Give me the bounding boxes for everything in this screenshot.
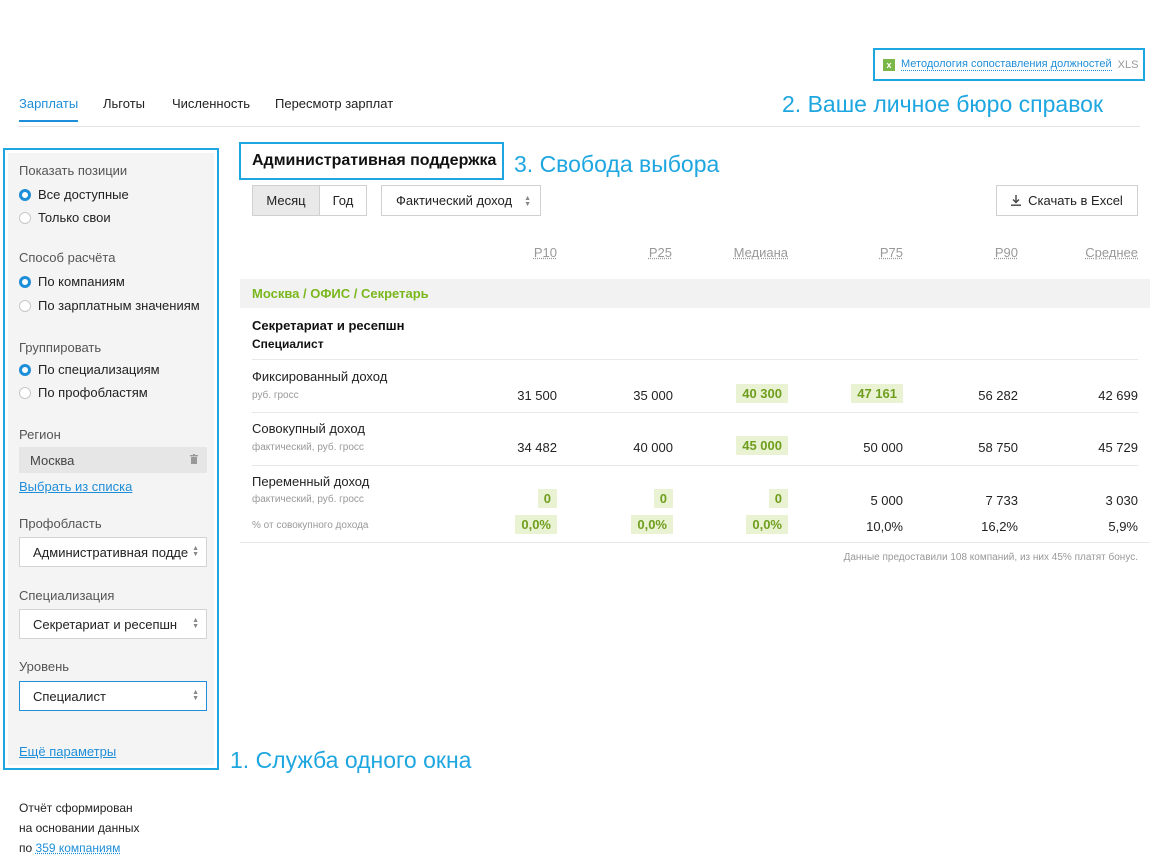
column-p25[interactable]: P25 <box>592 245 672 260</box>
annotation-one: 1. Служба одного окна <box>230 747 472 773</box>
divider <box>252 465 1138 466</box>
methodology-link[interactable]: Методология сопоставления должностей <box>901 58 1112 71</box>
region-label: Регион <box>19 427 61 442</box>
report-info: Отчёт сформирован на основании данных по… <box>19 801 140 855</box>
region-value: Москва <box>30 452 75 468</box>
radio-dot-on[interactable] <box>19 363 31 376</box>
month-button[interactable]: Месяц <box>252 185 320 216</box>
table-cell-highlight: 45 000 <box>708 436 788 455</box>
table-cell-highlight: 0 <box>593 489 673 508</box>
table-cell-highlight: 40 300 <box>708 384 788 403</box>
radio-by-companies[interactable]: По компаниям <box>19 274 125 289</box>
table-cell-highlight: 0,0% <box>477 515 557 534</box>
row-fixed-income-sub: руб. гросс <box>252 390 299 401</box>
radio-by-specialization[interactable]: По специализациям <box>19 362 160 377</box>
column-p10[interactable]: P10 <box>477 245 557 260</box>
income-type-select[interactable]: Фактический доход ▲ ▼ <box>381 185 541 216</box>
position-level: Специалист <box>252 337 324 351</box>
radio-by-salary-values[interactable]: По зарплатным значениям <box>19 298 200 313</box>
row-variable-income-title: Переменный доход <box>252 474 370 489</box>
region-field[interactable]: Москва <box>19 447 207 473</box>
column-p75[interactable]: P75 <box>823 245 903 260</box>
radio-only-own[interactable]: Только свои <box>19 210 111 225</box>
table-cell: 34 482 <box>517 440 557 455</box>
table-cell: 7 733 <box>985 493 1018 508</box>
table-cell: 40 000 <box>633 440 673 455</box>
annotation-three: 3. Свобода выбора <box>514 151 720 177</box>
table-cell: 16,2% <box>981 519 1018 534</box>
select-arrows-icon: ▲ ▼ <box>524 195 531 208</box>
column-median[interactable]: Медиана <box>708 245 788 260</box>
row-percent-sub: % от совокупного дохода <box>252 520 369 531</box>
group-title: Москва / ОФИС / Секретарь <box>252 286 429 301</box>
table-cell: 31 500 <box>517 388 557 403</box>
tab-headcount[interactable]: Численность <box>172 96 250 120</box>
excel-icon: x <box>883 58 895 71</box>
table-cell-highlight: 0,0% <box>708 515 788 534</box>
row-total-income-title: Совокупный доход <box>252 421 365 436</box>
methodology-link-box[interactable]: x Методология сопоставления должностей X… <box>873 48 1145 81</box>
year-button[interactable]: Год <box>319 185 367 216</box>
specialization-select[interactable]: Секретариат и ресепшн ▲ ▼ <box>19 609 207 639</box>
row-total-income-sub: фактический, руб. гросс <box>252 442 364 453</box>
table-cell-highlight: 0 <box>477 489 557 508</box>
table-cell: 5 000 <box>870 493 903 508</box>
table-cell: 10,0% <box>866 519 903 534</box>
radio-all-available[interactable]: Все доступные <box>19 187 129 202</box>
radio-dot[interactable] <box>19 386 31 399</box>
table-cell-highlight: 47 161 <box>823 384 903 403</box>
radio-dot[interactable] <box>19 211 31 224</box>
table-cell: 42 699 <box>1098 388 1138 403</box>
specialization-label: Специализация <box>19 588 115 603</box>
show-positions-label: Показать позиции <box>19 163 128 178</box>
table-cell: 45 729 <box>1098 440 1138 455</box>
column-average[interactable]: Среднее <box>1058 245 1138 260</box>
divider <box>240 542 1150 543</box>
download-excel-button[interactable]: Скачать в Excel <box>996 185 1138 216</box>
grouping-label: Группировать <box>19 340 102 355</box>
methodology-ext: XLS <box>1117 58 1139 71</box>
table-cell: 58 750 <box>978 440 1018 455</box>
tabs-bar: Зарплаты Льготы Численность Пересмотр за… <box>19 96 1140 127</box>
table-cell-highlight: 0 <box>708 489 788 508</box>
level-select[interactable]: Специалист ▲ ▼ <box>19 681 207 711</box>
row-fixed-income-title: Фиксированный доход <box>252 369 388 384</box>
prof-area-label: Профобласть <box>19 516 102 531</box>
table-cell-highlight: 0,0% <box>593 515 673 534</box>
select-arrows-icon: ▲ ▼ <box>192 689 199 702</box>
table-cell: 3 030 <box>1105 493 1138 508</box>
tab-salary-review[interactable]: Пересмотр зарплат <box>275 96 393 120</box>
position-title: Секретариат и ресепшн <box>252 318 405 333</box>
radio-dot-on[interactable] <box>19 275 31 288</box>
trash-icon[interactable] <box>190 454 198 464</box>
select-arrows-icon: ▲ ▼ <box>192 545 199 558</box>
prof-area-select[interactable]: Административная подде ▲ ▼ <box>19 537 207 567</box>
download-icon <box>1011 195 1022 206</box>
table-cell: 50 000 <box>863 440 903 455</box>
more-params-link[interactable]: Ещё параметры <box>19 744 116 759</box>
table-cell: 5,9% <box>1108 519 1138 534</box>
companies-link[interactable]: 359 компаниям <box>36 841 121 855</box>
tab-benefits[interactable]: Льготы <box>103 96 145 120</box>
radio-by-prof-area[interactable]: По профобластям <box>19 385 148 400</box>
tab-salaries[interactable]: Зарплаты <box>19 96 79 122</box>
divider <box>252 359 1138 360</box>
calc-method-label: Способ расчёта <box>19 250 116 265</box>
table-cell: 56 282 <box>978 388 1018 403</box>
select-arrows-icon: ▲ ▼ <box>192 617 199 630</box>
column-p90[interactable]: P90 <box>938 245 1018 260</box>
table-cell: 35 000 <box>633 388 673 403</box>
choose-region-link[interactable]: Выбрать из списка <box>19 479 132 494</box>
radio-dot-on[interactable] <box>19 188 31 201</box>
row-variable-income-sub: фактический, руб. гросс <box>252 494 364 505</box>
page-title: Административная поддержка <box>239 142 504 180</box>
footnote: Данные предоставили 108 компаний, из них… <box>843 552 1138 563</box>
divider <box>252 412 1138 413</box>
level-label: Уровень <box>19 659 70 674</box>
radio-dot[interactable] <box>19 299 31 312</box>
